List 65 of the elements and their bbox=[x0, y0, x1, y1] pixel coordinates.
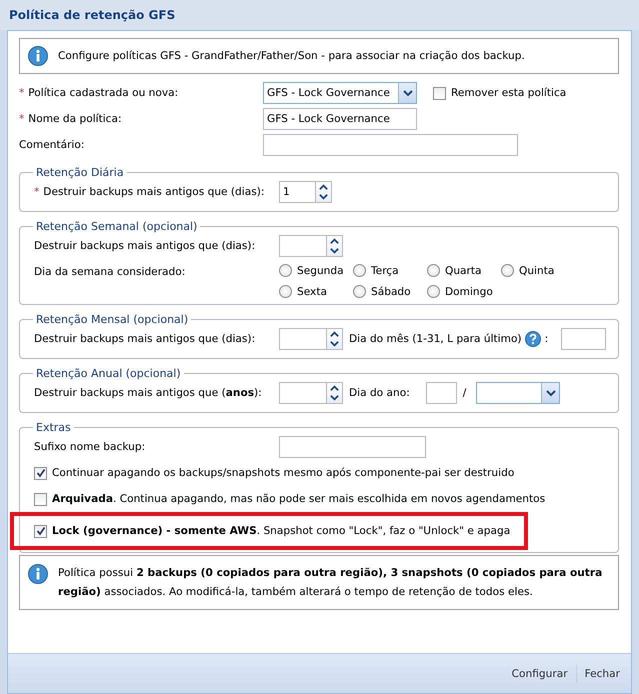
checkbox-label: Lock (governance) - somente AWS. Snapshot como "Lock", faz o "Unlock" e apaga bbox=[52, 525, 510, 537]
comment-field[interactable] bbox=[263, 134, 518, 156]
checkbox-label: Arquivada. Continua apagando, mas não pode ser mais escolhida em novos agendamentos bbox=[52, 493, 546, 505]
spinner-arrows-icon[interactable] bbox=[316, 181, 332, 203]
checkbox[interactable] bbox=[433, 86, 446, 100]
radio-button[interactable] bbox=[501, 264, 514, 277]
radio-button[interactable] bbox=[427, 285, 440, 298]
field-label: Dia do mês (1-31, L para último) bbox=[349, 333, 522, 345]
panel-legend: Extras bbox=[33, 421, 74, 434]
spinner-arrows-icon[interactable] bbox=[327, 235, 343, 257]
radio-button[interactable] bbox=[353, 264, 366, 277]
panel-legend: Retenção Mensal (opcional) bbox=[33, 313, 192, 326]
info-text: Configure políticas GFS - GrandFather/Father/Son - para associar na criação dos backup. bbox=[58, 50, 525, 62]
radio-label: Quarta bbox=[445, 264, 482, 276]
name-field[interactable]: GFS - Lock Governance bbox=[263, 108, 417, 130]
separator-label: / bbox=[462, 387, 466, 399]
days-field[interactable] bbox=[279, 235, 327, 257]
footer-button[interactable]: Fechar bbox=[576, 664, 628, 682]
radio-button[interactable] bbox=[353, 285, 366, 298]
checkbox-label: Continuar apagando os backups/snapshots mesmo após componente-pai ser destruido bbox=[52, 467, 514, 479]
spinner-arrows-icon[interactable] bbox=[327, 382, 343, 404]
info-icon bbox=[28, 46, 48, 66]
radio-label: Terça bbox=[371, 264, 399, 276]
suffix-field[interactable] bbox=[279, 436, 426, 458]
field-label: Destruir backups mais antigos que (anos): bbox=[34, 387, 263, 399]
radio-button[interactable] bbox=[427, 264, 440, 277]
field-label: Dia da semana considerado: bbox=[34, 265, 186, 278]
field-label: Destruir backups mais antigos que (dias): bbox=[34, 240, 256, 252]
radio-label: Segunda bbox=[297, 264, 344, 276]
caret-icon bbox=[546, 389, 556, 397]
years-field[interactable] bbox=[279, 382, 327, 404]
footer-button[interactable]: Configurar bbox=[504, 664, 576, 682]
field-label: * Política cadastrada ou nova: bbox=[19, 87, 180, 99]
spinner-arrows-icon[interactable] bbox=[327, 328, 343, 350]
panel-legend: Retenção Diária bbox=[33, 166, 127, 179]
day-field[interactable] bbox=[426, 382, 457, 404]
field-label: Dia do ano: bbox=[349, 387, 410, 399]
field-label: Sufixo nome backup: bbox=[34, 441, 146, 453]
caret-icon bbox=[402, 89, 412, 97]
days-field[interactable]: 1 bbox=[279, 181, 316, 203]
checkbox[interactable] bbox=[34, 492, 47, 506]
radio-label: Domingo bbox=[445, 286, 493, 298]
panel-legend: Retenção Semanal (opcional) bbox=[33, 220, 200, 233]
window-title: Política de retenção GFS bbox=[9, 8, 176, 22]
checkbox[interactable] bbox=[34, 524, 47, 538]
notice-text: Política possui 2 backups (0 copiados para outra região), 3 snapshots (0 copiados para outra região) associados. Ao modificá-la, também alterará o tempo de retenção de todos eles. bbox=[58, 566, 604, 600]
panel-legend: Retenção Anual (opcional) bbox=[33, 367, 184, 380]
radio-button[interactable] bbox=[279, 264, 292, 277]
days-field[interactable] bbox=[279, 328, 327, 350]
help-icon[interactable] bbox=[524, 331, 541, 347]
radio-button[interactable] bbox=[279, 285, 292, 298]
checkbox-label: Remover esta política bbox=[451, 87, 566, 99]
field-label: * Destruir backups mais antigos que (dias): bbox=[34, 186, 266, 198]
radio-label: Sábado bbox=[371, 286, 411, 298]
field-label: Comentário: bbox=[19, 139, 86, 151]
checkbox[interactable] bbox=[34, 466, 47, 480]
radio-label: Sexta bbox=[297, 286, 327, 298]
day-field[interactable] bbox=[561, 328, 606, 350]
colon-label: : bbox=[544, 333, 548, 345]
info-icon bbox=[28, 564, 48, 584]
field-label: Destruir backups mais antigos que (dias): bbox=[34, 333, 256, 345]
radio-label: Quinta bbox=[519, 264, 554, 276]
field-label: * Nome da política: bbox=[19, 113, 123, 125]
month-select[interactable] bbox=[476, 382, 560, 404]
policy-select[interactable]: GFS - Lock Governance bbox=[263, 82, 417, 104]
